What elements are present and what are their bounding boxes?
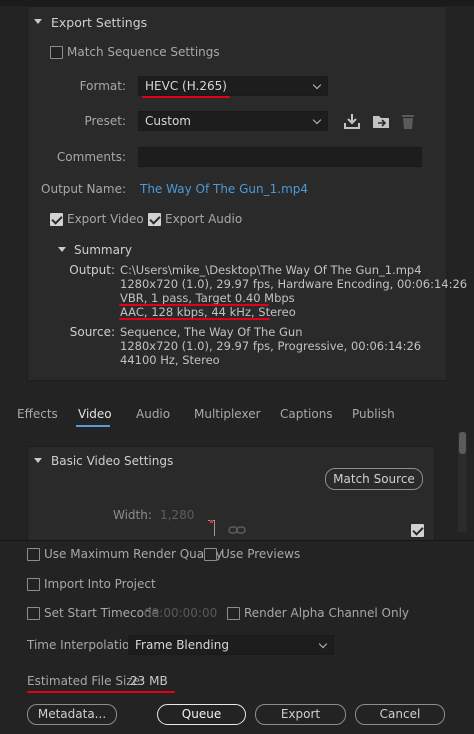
chevron-down-icon [312,80,322,90]
comments-label: Comments: [56,150,126,164]
summary-source-line-1: Sequence, The Way Of The Gun [120,325,303,339]
metadata-button[interactable]: Metadata... [27,704,117,725]
summary-title: Summary [74,243,132,257]
width-label: Width: [113,508,152,522]
tab-audio[interactable]: Audio [136,407,170,421]
active-tab-indicator [76,425,110,427]
chevron-down-icon [312,115,322,125]
cancel-button[interactable]: Cancel [355,704,445,725]
summary-source-line-2: 1280x720 (1.0), 29.97 fps, Progressive, … [120,339,422,353]
collapse-export-settings-icon[interactable] [34,19,42,24]
max-render-quality-checkbox[interactable] [27,548,40,561]
summary-output-line-1: C:\Users\mike_\Desktop\The Way Of The Gu… [120,263,422,277]
tab-multiplexer[interactable]: Multiplexer [194,407,261,421]
summary-output-line-2: 1280x720 (1.0), 29.97 fps, Hardware Enco… [120,277,468,291]
summary-source-line-3: 44100 Hz, Stereo [120,353,220,367]
tab-captions[interactable]: Captions [280,407,333,421]
summary-output-line-3: VBR, 1 pass, Target 0.40 Mbps [120,291,295,305]
set-start-timecode-label: Set Start Timecode [44,606,159,620]
import-into-project-checkbox[interactable] [27,578,40,591]
match-sequence-checkbox[interactable] [50,46,63,59]
bracket-marker [210,520,213,523]
export-settings-title: Export Settings [51,15,148,30]
summary-output-line-4: AAC, 128 kbps, 44 kHz, Stereo [120,305,296,319]
annotation-underline [119,318,270,320]
annotation-underline [27,691,175,693]
estimated-file-size-label: Estimated File Size: [27,674,145,688]
summary-source-label: Source: [69,325,115,339]
format-dropdown[interactable]: HEVC (H.265) [138,76,328,96]
scrollbar-thumb[interactable] [459,432,466,454]
max-render-quality-label: Use Maximum Render Quality [44,547,223,561]
link-icon[interactable] [228,524,246,536]
time-interpolation-dropdown[interactable]: Frame Blending [128,635,334,655]
width-value[interactable]: 1,280 [160,508,194,522]
chevron-down-icon [318,639,328,649]
save-preset-icon[interactable] [343,112,361,130]
annotation-underline [119,304,269,306]
export-video-label: Export Video [67,212,144,226]
use-previews-label: Use Previews [221,547,301,561]
tab-video[interactable]: Video [78,407,112,421]
format-value: HEVC (H.265) [145,79,227,93]
import-preset-icon[interactable] [371,112,391,130]
delete-preset-icon[interactable] [400,112,416,130]
time-interpolation-label: Time Interpolation: [27,638,142,652]
preset-value: Custom [145,114,191,128]
time-interpolation-value: Frame Blending [135,638,229,652]
timecode-value[interactable]: 00:00:00:00 [144,606,217,620]
basic-video-settings-title: Basic Video Settings [51,454,174,468]
width-checkbox[interactable] [411,524,424,537]
collapse-video-settings-icon[interactable] [34,458,42,463]
queue-button[interactable]: Queue [157,704,246,725]
summary-output-label: Output: [69,263,115,277]
preset-dropdown[interactable]: Custom [138,111,328,131]
annotation-underline [142,96,230,98]
export-audio-label: Export Audio [165,212,243,226]
comments-input[interactable] [138,147,422,167]
output-name-link[interactable]: The Way Of The Gun_1.mp4 [140,182,308,196]
match-source-button[interactable]: Match Source [325,468,423,490]
tab-publish[interactable]: Publish [352,407,395,421]
export-video-checkbox[interactable] [50,213,63,226]
use-previews-checkbox[interactable] [204,548,217,561]
render-alpha-checkbox[interactable] [227,607,240,620]
export-button[interactable]: Export [255,704,346,725]
tab-effects[interactable]: Effects [17,407,58,421]
estimated-file-size-value: 23 MB [130,674,168,688]
render-alpha-label: Render Alpha Channel Only [244,606,410,620]
set-start-timecode-checkbox[interactable] [27,607,40,620]
import-into-project-label: Import Into Project [44,577,156,591]
output-name-label: Output Name: [41,182,126,196]
collapse-summary-icon[interactable] [58,247,66,252]
format-label: Format: [79,79,126,93]
match-sequence-label: Match Sequence Settings [67,45,220,59]
preset-label: Preset: [84,114,126,128]
export-audio-checkbox[interactable] [148,213,161,226]
